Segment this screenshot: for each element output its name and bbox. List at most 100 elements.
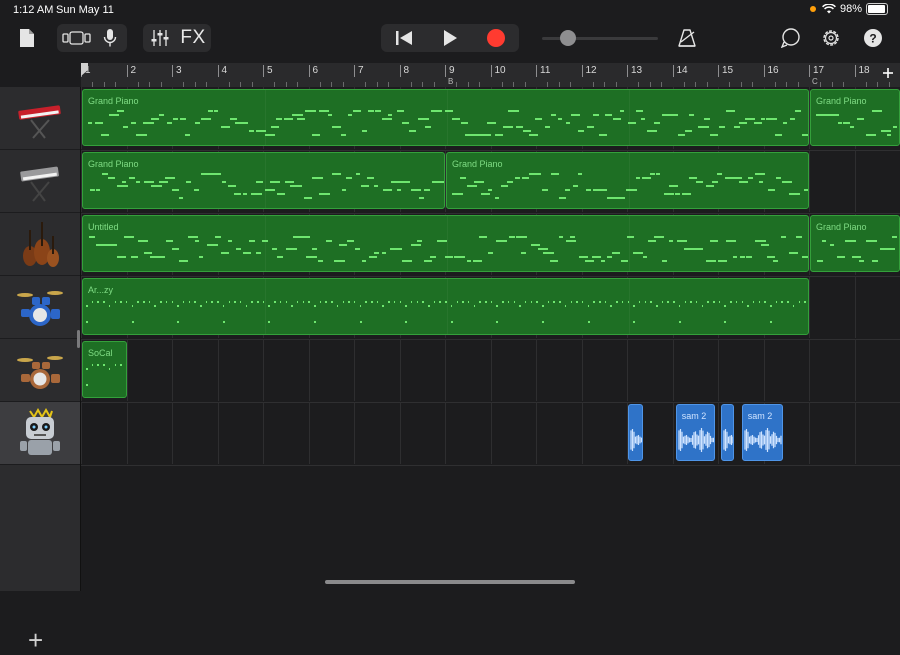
midi-note — [725, 240, 736, 242]
audio-region[interactable]: sam 2 — [675, 404, 715, 461]
midi-region[interactable]: Grand Piano — [446, 152, 809, 209]
metronome-button[interactable] — [674, 24, 700, 52]
midi-note — [557, 118, 562, 120]
midi-region[interactable]: Grand Piano — [82, 89, 809, 146]
drum-hit — [410, 301, 413, 303]
ruler-bar-label: 18 — [854, 65, 870, 77]
track-header-keyboard-grey[interactable] — [0, 150, 80, 213]
battery-percent: 98% — [839, 3, 862, 15]
bar-gridline — [354, 339, 355, 401]
midi-note — [255, 181, 263, 183]
midi-note — [367, 177, 375, 179]
section-marker[interactable]: C — [812, 77, 818, 86]
midi-note — [402, 122, 410, 124]
region-section-line — [265, 216, 266, 271]
drum-hit — [353, 301, 356, 303]
track-header-strings[interactable] — [0, 213, 80, 276]
drum-hit — [97, 364, 99, 366]
midi-region[interactable]: Grand Piano — [82, 152, 445, 209]
bar-gridline — [581, 402, 583, 464]
drum-hit — [747, 305, 749, 307]
bar-gridline — [399, 339, 401, 401]
region-label: Grand Piano — [88, 96, 139, 106]
midi-note — [857, 118, 865, 120]
midi-note — [731, 177, 742, 179]
add-section-button[interactable] — [880, 66, 896, 84]
track-header-robot[interactable] — [0, 402, 80, 465]
midi-note — [213, 173, 221, 175]
master-volume-slider[interactable] — [540, 24, 658, 52]
midi-region[interactable]: SoCal — [82, 341, 127, 398]
midi-note — [381, 252, 386, 254]
drum-hit — [513, 301, 515, 303]
midi-note — [270, 181, 281, 183]
midi-note — [418, 197, 424, 199]
midi-region[interactable]: Grand Piano — [810, 89, 900, 146]
midi-region[interactable]: Ar...zy — [82, 278, 809, 335]
midi-note — [761, 244, 770, 246]
volume-knob[interactable] — [560, 30, 576, 46]
drum-hit — [359, 321, 362, 323]
midi-note — [228, 240, 233, 242]
midi-note — [542, 252, 554, 254]
drum-hit — [177, 305, 179, 307]
midi-note — [180, 118, 187, 120]
midi-note — [165, 177, 176, 179]
drum-hit — [547, 301, 550, 303]
midi-note — [194, 189, 200, 191]
midi-note — [599, 189, 608, 191]
timeline-ruler[interactable]: 1 2 3 4 5 6 7 8 9 10 11 12 13 14 15 16 17 18 B C — [81, 63, 900, 87]
fx-button[interactable]: FX — [176, 27, 210, 49]
midi-note — [628, 122, 637, 124]
loop-browser-button[interactable] — [778, 24, 804, 52]
tracks-view-button[interactable] — [59, 24, 95, 52]
record-button[interactable] — [474, 24, 518, 52]
region-section-line — [629, 279, 630, 334]
midi-region[interactable]: Untitled — [82, 215, 809, 272]
midi-note — [353, 110, 362, 112]
bar-gridline — [854, 276, 856, 338]
settings-button[interactable] — [818, 24, 844, 52]
audio-region[interactable] — [720, 404, 735, 461]
midi-note — [171, 189, 179, 191]
midi-note — [516, 236, 528, 238]
midi-note — [452, 118, 461, 120]
track-lane-robot[interactable]: sam 2 sam 2 — [81, 402, 900, 466]
track-lane-keyboard-red[interactable]: Grand Piano Grand Piano — [81, 87, 900, 151]
home-indicator[interactable] — [325, 580, 575, 584]
help-button[interactable]: ? — [860, 24, 886, 52]
bar-gridline — [126, 402, 128, 464]
track-header-resize-handle[interactable] — [77, 330, 80, 348]
region-label: Grand Piano — [816, 96, 867, 106]
midi-note — [409, 130, 417, 132]
track-lane-keyboard-grey[interactable]: Grand Piano Grand Piano — [81, 150, 900, 214]
playhead-icon[interactable] — [81, 63, 89, 77]
midi-note — [418, 118, 430, 120]
midi-note — [712, 181, 719, 183]
track-header-keyboard-red[interactable] — [0, 87, 80, 150]
drum-hit — [296, 301, 299, 303]
play-button[interactable] — [426, 24, 474, 52]
drum-hit — [103, 301, 105, 303]
midi-note — [250, 193, 262, 195]
go-to-beginning-button[interactable] — [382, 24, 426, 52]
midi-region[interactable]: Grand Piano — [810, 215, 900, 272]
add-track-button[interactable]: + — [28, 627, 43, 653]
blue-drum-kit-icon — [17, 291, 63, 326]
audio-region[interactable]: sam 2 — [741, 404, 784, 461]
midi-note — [360, 185, 369, 187]
track-area[interactable]: Grand Piano Grand Piano Grand Piano Grand P… — [81, 87, 900, 591]
mic-button[interactable] — [95, 24, 125, 52]
section-marker[interactable]: B — [448, 77, 453, 86]
mixer-button[interactable] — [144, 24, 176, 52]
ruler-bar-label: 3 — [172, 65, 182, 77]
ruler-bar-label: 5 — [263, 65, 273, 77]
track-lane-drum-kit-wood[interactable]: SoCal — [81, 339, 900, 403]
track-header-drums-blue[interactable] — [0, 276, 80, 339]
audio-region[interactable] — [628, 404, 644, 461]
midi-note — [801, 256, 808, 258]
track-lane-strings[interactable]: Untitled Grand Piano — [81, 213, 900, 277]
track-header-drums-wood[interactable] — [0, 339, 80, 402]
track-lane-drum-kit-blue[interactable]: Ar...zy — [81, 276, 900, 340]
my-songs-button[interactable] — [15, 24, 39, 52]
